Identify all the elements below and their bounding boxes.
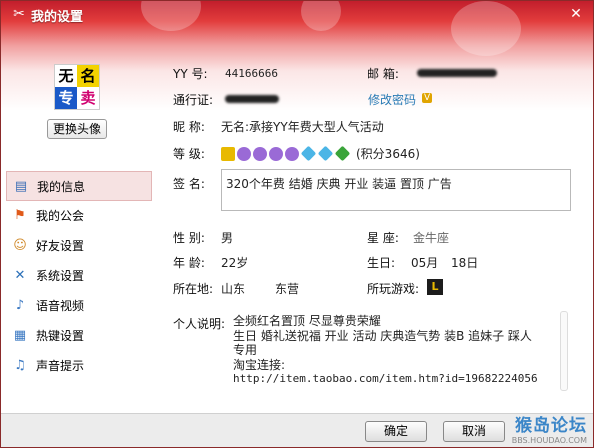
description-line: 专用 bbox=[233, 343, 258, 357]
location-label: 所在地: bbox=[173, 282, 214, 296]
sidebar-item-label: 我的信息 bbox=[37, 180, 86, 194]
watermark-sub: BBS.HOUDAO.COM bbox=[511, 436, 587, 445]
nickname-value: 无名:承接YY年费大型人气活动 bbox=[221, 120, 384, 134]
gender-value: 男 bbox=[221, 231, 234, 245]
avatar-char: 名 bbox=[77, 65, 99, 87]
description-label: 个人说明: bbox=[173, 317, 226, 331]
gender-label: 性 别: bbox=[173, 231, 205, 245]
location-city: 东营 bbox=[275, 282, 300, 296]
description-line: 全频红名置顶 尽显尊贵荣耀 bbox=[233, 314, 381, 328]
location-province: 山东 bbox=[221, 282, 246, 296]
passport-label: 通行证: bbox=[173, 93, 214, 107]
redacted-email bbox=[417, 69, 497, 77]
change-password-link[interactable]: 修改密码 bbox=[368, 91, 416, 108]
microphone-icon: ♪ bbox=[15, 298, 25, 313]
games-label: 所玩游戏: bbox=[367, 282, 420, 296]
user-icon: ☺ bbox=[13, 238, 27, 253]
signature-field[interactable]: 320个年费 结婚 庆典 开业 装逼 置顶 广告 bbox=[221, 169, 571, 211]
diamond-icon bbox=[300, 145, 317, 162]
moon-icon bbox=[269, 146, 283, 161]
cancel-button[interactable]: 取消 bbox=[443, 421, 505, 442]
level-points: (积分3646) bbox=[356, 147, 420, 161]
settings-window: ✂ 我的设置 ✕ 无 名 专 卖 更换头像 ▤ 我的信息 ⚑ 我的公会 ☺ 好友… bbox=[0, 0, 594, 448]
avatar-char: 卖 bbox=[80, 89, 96, 107]
constellation-value: 金牛座 bbox=[413, 231, 450, 245]
change-avatar-button[interactable]: 更换头像 bbox=[47, 119, 107, 139]
level-label: 等 级: bbox=[173, 147, 205, 161]
sidebar-item-my-info[interactable]: ▤ 我的信息 bbox=[6, 171, 152, 201]
constellation-label: 星 座: bbox=[367, 231, 399, 245]
profile-panel: YY 号: 44166666 邮 箱: 通行证: 修改密码 V 昵 称: 无名:… bbox=[155, 57, 583, 417]
keyboard-icon: ▦ bbox=[13, 328, 27, 343]
level-badges: (积分3646) bbox=[221, 145, 420, 162]
game-icon[interactable]: L bbox=[427, 279, 443, 295]
ok-button[interactable]: 确定 bbox=[365, 421, 427, 442]
redacted-passport bbox=[225, 95, 279, 103]
window-title: 我的设置 bbox=[31, 10, 84, 25]
sidebar-item-label: 热键设置 bbox=[36, 329, 85, 343]
birthday-day: 18日 bbox=[451, 256, 479, 270]
moon-icon bbox=[253, 146, 267, 161]
title-bar[interactable]: ✂ 我的设置 ✕ bbox=[1, 1, 593, 27]
sidebar-item-hotkey-settings[interactable]: ▦ 热键设置 bbox=[6, 321, 152, 351]
card-icon: ▤ bbox=[14, 179, 28, 194]
description-line: 生日 婚礼送祝福 开业 活动 庆典造气势 装B 追妹子 踩人 bbox=[233, 328, 532, 343]
yy-number-value: 44166666 bbox=[225, 67, 278, 80]
close-button[interactable]: ✕ bbox=[567, 5, 585, 23]
email-label: 邮 箱: bbox=[367, 67, 399, 81]
leaf-icon bbox=[334, 145, 351, 162]
avatar: 无 名 专 卖 bbox=[54, 64, 100, 110]
description-line: http://item.taobao.com/item.htm?id=19682… bbox=[233, 372, 538, 385]
sidebar-item-label: 语音视频 bbox=[36, 299, 85, 313]
nickname-label: 昵 称: bbox=[173, 120, 205, 134]
age-value: 22岁 bbox=[221, 256, 249, 270]
description-line: 淘宝连接: bbox=[233, 357, 286, 372]
flag-icon: ⚑ bbox=[14, 208, 26, 223]
crown-icon bbox=[221, 146, 235, 161]
sidebar-item-my-guild[interactable]: ⚑ 我的公会 bbox=[6, 201, 152, 231]
speaker-icon: ♫ bbox=[14, 358, 26, 373]
birthday-label: 生日: bbox=[367, 256, 396, 270]
moon-icon bbox=[237, 146, 251, 161]
moon-icon bbox=[285, 146, 299, 161]
sidebar-item-label: 好友设置 bbox=[36, 239, 85, 253]
yy-number-label: YY 号: bbox=[173, 67, 208, 81]
watermark-main: 猴岛论坛 bbox=[515, 416, 587, 436]
diamond-icon bbox=[317, 145, 334, 162]
avatar-char: 无 bbox=[58, 67, 74, 85]
sidebar-item-label: 声音提示 bbox=[36, 359, 85, 373]
watermark: 猴岛论坛 BBS.HOUDAO.COM bbox=[512, 411, 587, 445]
sidebar-item-label: 我的公会 bbox=[36, 209, 85, 223]
sidebar-item-voice-video[interactable]: ♪ 语音视频 bbox=[6, 291, 152, 321]
signature-label: 签 名: bbox=[173, 177, 205, 191]
wrench-icon: ✂ bbox=[13, 6, 25, 22]
sidebar-item-label: 系统设置 bbox=[36, 269, 85, 283]
age-label: 年 龄: bbox=[173, 256, 205, 270]
description-scrollbar[interactable] bbox=[560, 311, 568, 391]
sidebar: ▤ 我的信息 ⚑ 我的公会 ☺ 好友设置 ✕ 系统设置 ♪ 语音视频 ▦ 热键设… bbox=[6, 171, 152, 381]
signature-value: 320个年费 结婚 庆典 开业 装逼 置顶 广告 bbox=[226, 177, 452, 191]
wrench-icon: ✕ bbox=[14, 268, 26, 283]
description-text[interactable]: 全频红名置顶 尽显尊贵荣耀 生日 婚礼送祝福 开业 活动 庆典造气势 装B 追妹… bbox=[233, 314, 553, 387]
dialog-footer: 确定 取消 猴岛论坛 BBS.HOUDAO.COM bbox=[1, 413, 593, 447]
sidebar-item-friend-settings[interactable]: ☺ 好友设置 bbox=[6, 231, 152, 261]
avatar-char: 专 bbox=[55, 87, 77, 109]
sidebar-item-sound-alerts[interactable]: ♫ 声音提示 bbox=[6, 351, 152, 381]
sidebar-item-system-settings[interactable]: ✕ 系统设置 bbox=[6, 261, 152, 291]
birthday-month: 05月 bbox=[411, 256, 439, 270]
vip-badge: V bbox=[422, 93, 433, 103]
